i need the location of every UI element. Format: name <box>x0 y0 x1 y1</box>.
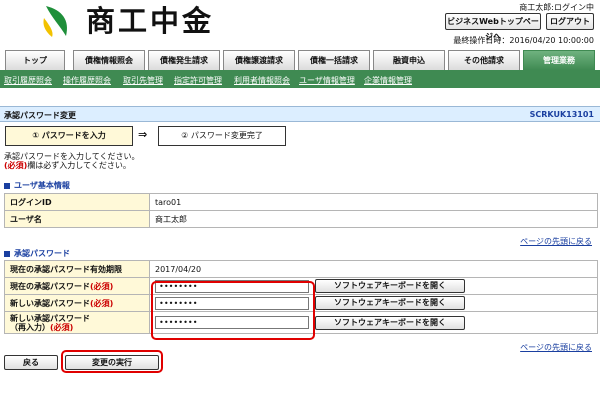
instruction-line-2-rest: 欄は必ず入力してください。 <box>27 161 131 170</box>
submenu-user-info-inquiry[interactable]: 利用者情報照会 <box>234 75 290 86</box>
user-name-value: 商工太郎 <box>149 210 598 228</box>
submenu-transaction-history[interactable]: 取引履歴照会 <box>4 75 52 86</box>
user-info-heading-label: ユーザ基本情報 <box>14 181 70 190</box>
tab-credit-batch[interactable]: 債権一括請求 <box>298 50 370 70</box>
logout-button[interactable]: ログアウト <box>546 13 594 30</box>
step-arrow-icon: ⇒ <box>138 128 148 141</box>
table-row: 現在の承認パスワード有効期限 2017/04/20 <box>4 260 598 278</box>
submenu-permission-management[interactable]: 指定許可管理 <box>174 75 222 86</box>
approval-password-heading: 承認パスワード <box>4 248 70 259</box>
new-password-label: 新しい承認パスワード(必須) <box>4 294 150 312</box>
current-password-label: 現在の承認パスワード(必須) <box>4 277 150 295</box>
keyboard-button-new[interactable]: ソフトウェアキーボードを開く <box>315 296 465 310</box>
required-mark: (必須) <box>4 161 28 170</box>
submenu-user-management[interactable]: ユーザ情報管理 <box>299 75 355 86</box>
step-change-complete: ② パスワード変更完了 <box>158 126 286 146</box>
approval-password-heading-label: 承認パスワード <box>14 249 70 258</box>
execute-button-highlight <box>61 350 163 373</box>
instruction-line-2: (必須)欄は必ず入力してください。 <box>4 161 140 170</box>
required-mark: (必須) <box>90 281 114 291</box>
user-info-table: ログインID taro01 ユーザ名 商工太郎 <box>4 193 598 228</box>
required-mark: (必須) <box>90 298 114 308</box>
instruction-line-1: 承認パスワードを入力してください。 <box>4 152 140 161</box>
logo-icon <box>43 6 68 37</box>
user-name-label: ユーザ名 <box>4 210 150 228</box>
login-id-value: taro01 <box>149 193 598 211</box>
section-square-icon <box>4 250 10 257</box>
submenu-partner-management[interactable]: 取引先管理 <box>123 75 163 86</box>
tab-loan-application[interactable]: 融資申込 <box>373 50 445 70</box>
new-password-confirm-label: 新しい承認パスワード （再入力）(必須) <box>4 311 150 334</box>
page-top-link[interactable]: ページの先頭に戻る <box>520 342 592 353</box>
logo-text: 商工中金 <box>86 4 215 38</box>
section-square-icon <box>4 182 10 189</box>
submenu-company-management[interactable]: 企業情報管理 <box>364 75 412 86</box>
tab-credit-inquiry[interactable]: 債権情報照会 <box>73 50 145 70</box>
user-status: 商工太郎:ログイン中 <box>519 3 594 12</box>
tab-other-requests[interactable]: その他請求 <box>448 50 520 70</box>
submenu-operation-history[interactable]: 操作履歴照会 <box>63 75 111 86</box>
step-enter-password: ① パスワードを入力 <box>5 126 133 146</box>
current-password-label-text: 現在の承認パスワード <box>10 281 90 291</box>
user-info-heading: ユーザ基本情報 <box>4 180 70 191</box>
sub-menu: 取引履歴照会 操作履歴照会 取引先管理 指定許可管理 利用者情報照会 ユーザ情報… <box>0 72 600 88</box>
header: 商工中金 商工太郎:ログイン中 ビジネスWebトップページへ ログアウト 最終操… <box>0 0 600 46</box>
new-password-confirm-label-line1: 新しい承認パスワード <box>10 313 90 323</box>
page-top-link[interactable]: ページの先頭に戻る <box>520 236 592 247</box>
instruction-text: 承認パスワードを入力してください。 (必須)欄は必ず入力してください。 <box>4 152 140 170</box>
new-password-confirm-label-line2: （再入力）(必須) <box>10 323 144 332</box>
expiry-value: 2017/04/20 <box>149 260 598 278</box>
table-row: ユーザ名 商工太郎 <box>4 210 598 228</box>
back-button[interactable]: 戻る <box>4 355 58 370</box>
last-operation-time: 最終操作日時：2016/04/20 10:00:00 <box>453 36 594 45</box>
login-id-label: ログインID <box>4 193 150 211</box>
screen-id: SCRKUK13101 <box>529 110 594 119</box>
new-password-label-text: 新しい承認パスワード <box>10 298 90 308</box>
expiry-label: 現在の承認パスワード有効期限 <box>4 260 150 278</box>
keyboard-button-confirm[interactable]: ソフトウェアキーボードを開く <box>315 315 465 330</box>
required-mark: (必須) <box>50 322 74 332</box>
new-password-confirm-label-reentry: （再入力） <box>10 322 50 332</box>
main-tabs: トップ 債権情報照会 債権発生請求 債権譲渡請求 債権一括請求 融資申込 その他… <box>5 50 600 70</box>
page-title: 承認パスワード変更 <box>4 111 76 120</box>
tab-credit-transfer[interactable]: 債権譲渡請求 <box>223 50 295 70</box>
webtop-button[interactable]: ビジネスWebトップページへ <box>445 13 541 41</box>
page-title-bar: 承認パスワード変更 SCRKUK13101 <box>0 106 600 122</box>
tab-admin[interactable]: 管理業務 <box>523 50 595 70</box>
tab-top[interactable]: トップ <box>5 50 65 70</box>
tab-credit-issue[interactable]: 債権発生請求 <box>148 50 220 70</box>
password-inputs-highlight <box>151 281 315 340</box>
keyboard-button-current[interactable]: ソフトウェアキーボードを開く <box>315 279 465 293</box>
table-row: ログインID taro01 <box>4 193 598 211</box>
